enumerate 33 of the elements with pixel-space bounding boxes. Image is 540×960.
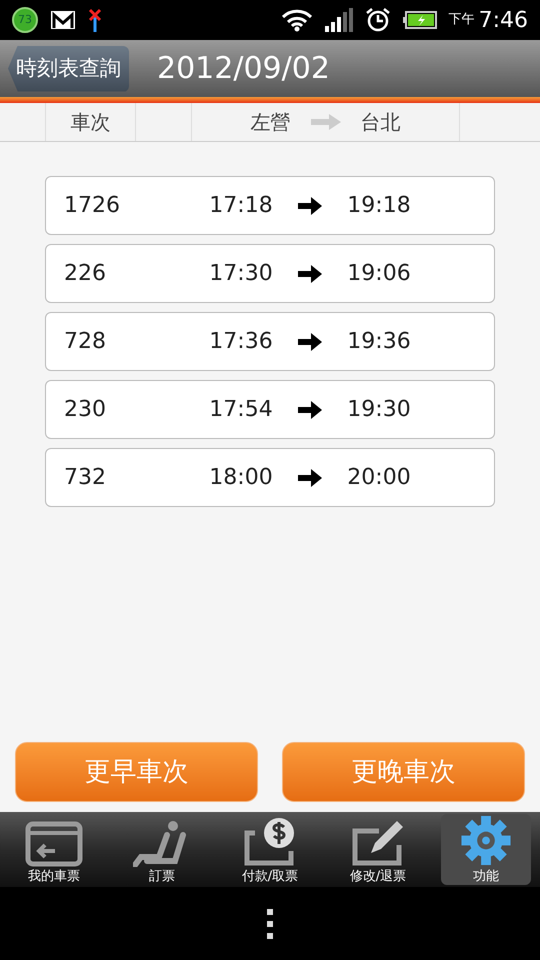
column-header: 車次 [70, 109, 110, 136]
depart-time: 17:54 [208, 396, 274, 424]
depart-time: 17:30 [208, 260, 274, 288]
train-row[interactable]: 226 17:30 19:06 [45, 244, 495, 303]
train-number: 732 [63, 464, 107, 492]
depart-time: 17:18 [208, 192, 274, 220]
column-header: 左營 [250, 109, 290, 136]
notification-badge: 73 [12, 7, 38, 33]
tab[interactable]: 功能 [441, 814, 531, 885]
train-row[interactable]: 732 18:00 20:00 [45, 448, 495, 507]
header-title: 2012/09/02 [157, 50, 330, 88]
column-header: 台北 [360, 109, 400, 136]
tab[interactable]: 付款/取票 [225, 814, 315, 885]
train-row[interactable]: 1726 17:18 19:18 [45, 176, 495, 235]
arrive-time: 19:18 [346, 192, 412, 220]
train-number: 728 [63, 328, 107, 356]
train-number: 226 [63, 260, 107, 288]
train-row[interactable]: 728 17:36 19:36 [45, 312, 495, 371]
arrive-time: 20:00 [346, 464, 412, 492]
clock-period: 下午 [448, 11, 475, 30]
tab[interactable]: 我的車票 [9, 814, 99, 885]
train-number: 1726 [63, 192, 121, 220]
tab[interactable]: 訂票 [117, 814, 207, 885]
arrive-time: 19:30 [346, 396, 412, 424]
back-button[interactable]: 時刻表查詢 [8, 46, 129, 92]
tab[interactable]: 修改/退票 [333, 814, 423, 885]
depart-time: 18:00 [208, 464, 274, 492]
arrive-time: 19:36 [346, 328, 412, 356]
clock-time: 7:46 [478, 6, 528, 34]
arrive-time: 19:06 [346, 260, 412, 288]
train-number: 230 [63, 396, 107, 424]
depart-time: 17:36 [208, 328, 274, 356]
train-row[interactable]: 230 17:54 19:30 [45, 380, 495, 439]
